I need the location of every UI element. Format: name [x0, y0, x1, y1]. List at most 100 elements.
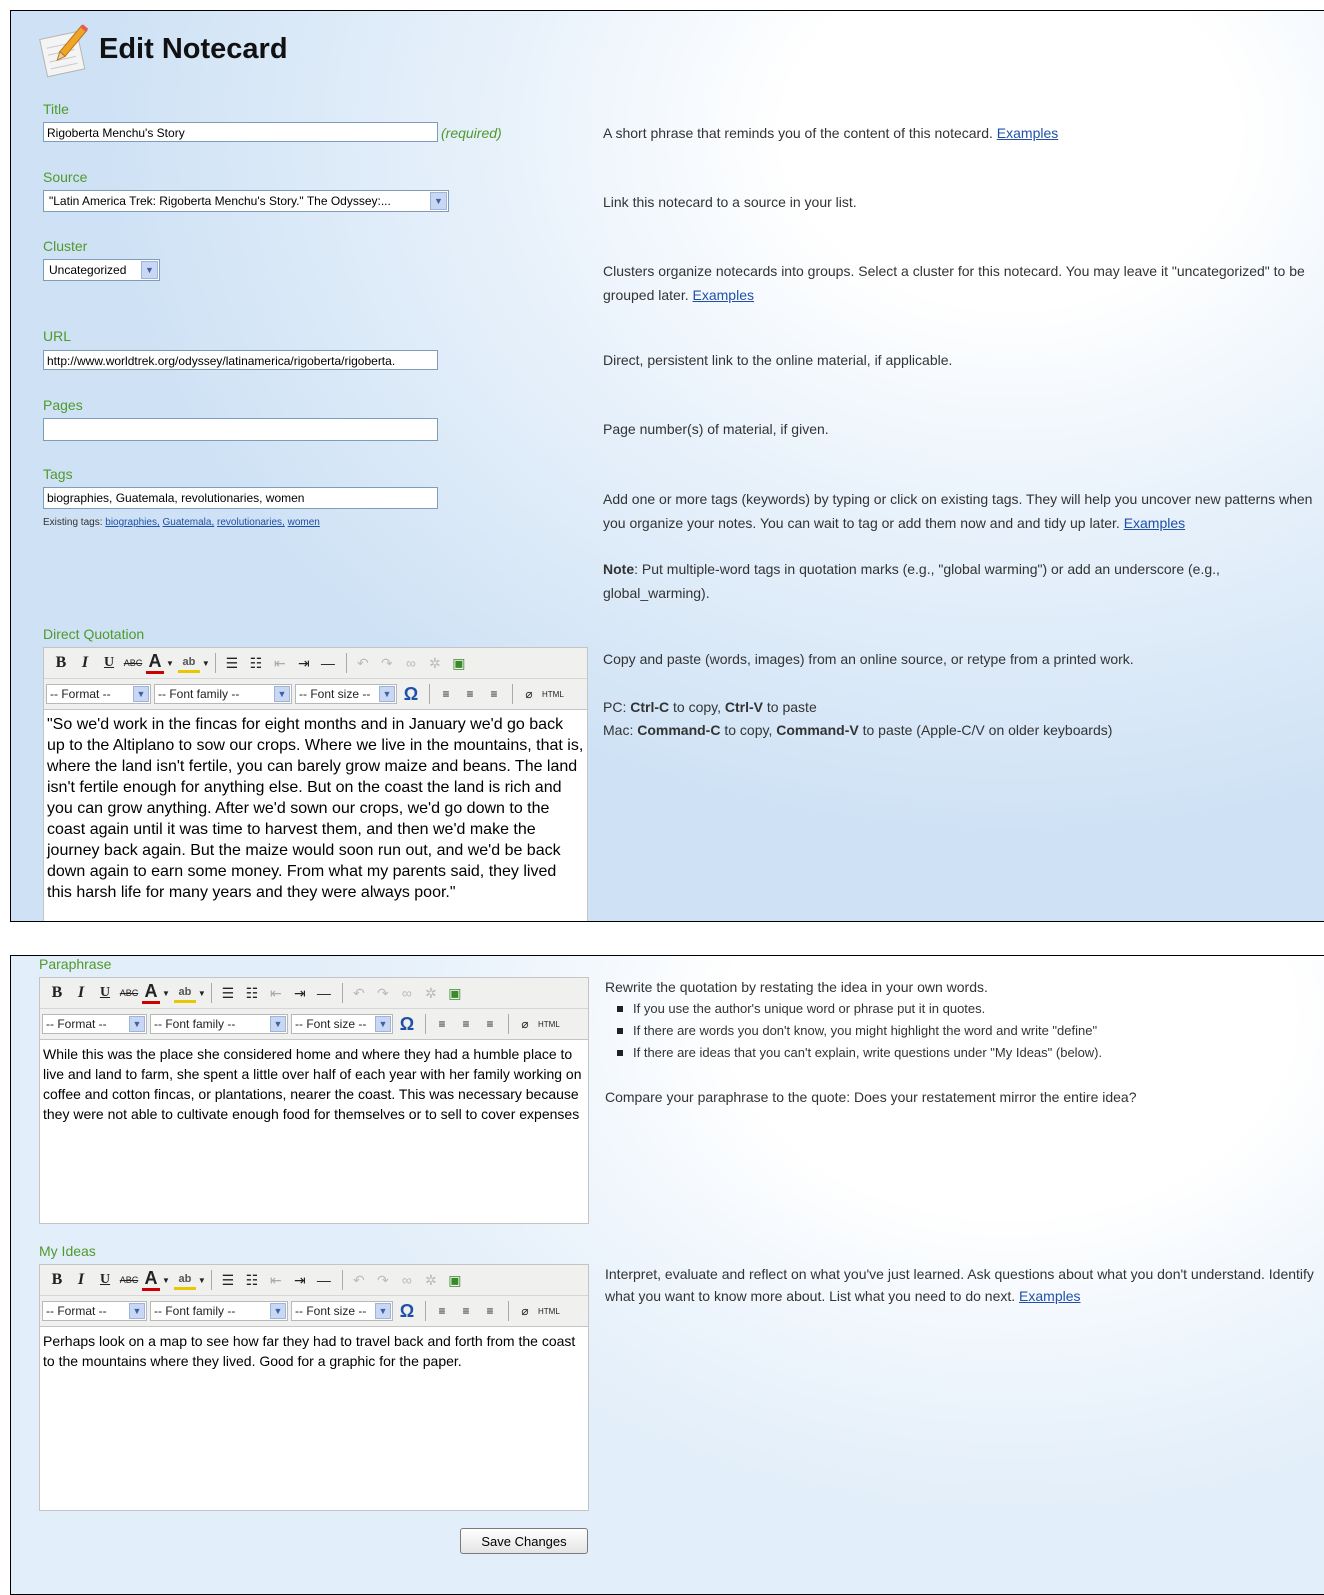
special-character-icon[interactable]: Ω — [400, 683, 422, 705]
italic-icon[interactable]: I — [74, 652, 96, 674]
align-left-icon[interactable]: ≡ — [431, 1013, 453, 1035]
cluster-select[interactable]: Uncategorized ▼ — [43, 259, 160, 281]
existing-tag-link[interactable]: women — [288, 517, 320, 528]
bullet-list-icon[interactable]: ☰ — [221, 652, 243, 674]
tags-input[interactable]: biographies, Guatemala, revolutionaries,… — [43, 487, 438, 509]
align-right-icon[interactable]: ≡ — [479, 1013, 501, 1035]
font-color-icon[interactable]: A — [142, 981, 160, 1004]
font-family-select-value: -- Font family -- — [154, 1017, 236, 1031]
title-input[interactable]: Rigoberta Menchu's Story — [43, 122, 438, 142]
existing-tag-link[interactable]: Guatemala, — [163, 517, 215, 528]
cleanup-icon[interactable]: ⌀ — [518, 683, 540, 705]
cleanup-icon[interactable]: ⌀ — [514, 1013, 536, 1035]
underline-icon[interactable]: U — [94, 982, 116, 1004]
numbered-list-icon[interactable]: ☷ — [245, 652, 267, 674]
strikethrough-icon[interactable]: ABC — [122, 652, 144, 674]
underline-icon[interactable]: U — [98, 652, 120, 674]
align-left-icon[interactable]: ≡ — [431, 1300, 453, 1322]
format-select[interactable]: -- Format -- ▼ — [42, 1301, 147, 1321]
format-select[interactable]: -- Format -- ▼ — [46, 684, 151, 704]
existing-tag-link[interactable]: biographies, — [105, 517, 159, 528]
unlink-icon[interactable]: ✲ — [424, 652, 446, 674]
numbered-list-icon[interactable]: ☷ — [241, 982, 263, 1004]
align-left-icon[interactable]: ≡ — [435, 683, 457, 705]
italic-icon[interactable]: I — [70, 1269, 92, 1291]
align-center-icon[interactable]: ≡ — [459, 683, 481, 705]
dropdown-arrow-icon[interactable]: ▼ — [166, 659, 174, 668]
bold-icon[interactable]: B — [46, 1269, 68, 1291]
html-source-icon[interactable]: HTML — [542, 690, 564, 699]
horizontal-rule-icon[interactable]: — — [313, 982, 335, 1004]
source-select[interactable]: "Latin America Trek: Rigoberta Menchu's … — [43, 190, 449, 212]
existing-tag-link[interactable]: revolutionaries, — [217, 517, 285, 528]
paraphrase-content[interactable]: While this was the place she considered … — [40, 1040, 588, 1128]
pages-input[interactable] — [43, 418, 438, 441]
dropdown-arrow-icon[interactable]: ▼ — [198, 989, 206, 998]
horizontal-rule-icon[interactable]: — — [317, 652, 339, 674]
font-family-select[interactable]: -- Font family -- ▼ — [150, 1301, 288, 1321]
indent-icon[interactable]: ⇥ — [289, 982, 311, 1004]
special-character-icon[interactable]: Ω — [396, 1013, 418, 1035]
bold-icon[interactable]: B — [50, 652, 72, 674]
bold-icon[interactable]: B — [46, 982, 68, 1004]
bullet-list-icon[interactable]: ☰ — [217, 982, 239, 1004]
strikethrough-icon[interactable]: ABC — [118, 1269, 140, 1291]
image-icon[interactable]: ▣ — [444, 982, 466, 1004]
image-icon[interactable]: ▣ — [448, 652, 470, 674]
redo-icon[interactable]: ↷ — [372, 982, 394, 1004]
underline-icon[interactable]: U — [94, 1269, 116, 1291]
redo-icon[interactable]: ↷ — [372, 1269, 394, 1291]
align-center-icon[interactable]: ≡ — [455, 1013, 477, 1035]
undo-icon[interactable]: ↶ — [348, 1269, 370, 1291]
highlight-icon[interactable]: ab — [173, 1271, 196, 1290]
ideas-examples-link[interactable]: Examples — [1019, 1288, 1080, 1304]
font-size-select[interactable]: -- Font size -- ▼ — [295, 684, 397, 704]
image-icon[interactable]: ▣ — [444, 1269, 466, 1291]
align-right-icon[interactable]: ≡ — [479, 1300, 501, 1322]
html-source-icon[interactable]: HTML — [538, 1307, 560, 1316]
outdent-icon[interactable]: ⇤ — [269, 652, 291, 674]
font-size-select[interactable]: -- Font size -- ▼ — [291, 1301, 393, 1321]
redo-icon[interactable]: ↷ — [376, 652, 398, 674]
highlight-icon[interactable]: ab — [177, 654, 200, 673]
cleanup-icon[interactable]: ⌀ — [514, 1300, 536, 1322]
dropdown-arrow-icon[interactable]: ▼ — [198, 1276, 206, 1285]
strikethrough-icon[interactable]: ABC — [118, 982, 140, 1004]
format-select[interactable]: -- Format -- ▼ — [42, 1014, 147, 1034]
dropdown-arrow-icon[interactable]: ▼ — [162, 989, 170, 998]
align-right-icon[interactable]: ≡ — [483, 683, 505, 705]
indent-icon[interactable]: ⇥ — [293, 652, 315, 674]
numbered-list-icon[interactable]: ☷ — [241, 1269, 263, 1291]
align-center-icon[interactable]: ≡ — [455, 1300, 477, 1322]
dropdown-arrow-icon[interactable]: ▼ — [202, 659, 210, 668]
title-examples-link[interactable]: Examples — [997, 125, 1058, 141]
italic-icon[interactable]: I — [70, 982, 92, 1004]
url-input[interactable]: http://www.worldtrek.org/odyssey/latinam… — [43, 350, 438, 370]
ideas-content[interactable]: Perhaps look on a map to see how far the… — [40, 1327, 588, 1375]
undo-icon[interactable]: ↶ — [348, 982, 370, 1004]
link-icon[interactable]: ∞ — [400, 652, 422, 674]
cluster-examples-link[interactable]: Examples — [693, 287, 754, 303]
font-color-icon[interactable]: A — [142, 1268, 160, 1291]
unlink-icon[interactable]: ✲ — [420, 1269, 442, 1291]
save-changes-button[interactable]: Save Changes — [460, 1528, 588, 1554]
font-color-icon[interactable]: A — [146, 651, 164, 674]
highlight-icon[interactable]: ab — [173, 984, 196, 1003]
indent-icon[interactable]: ⇥ — [289, 1269, 311, 1291]
font-family-select[interactable]: -- Font family -- ▼ — [154, 684, 292, 704]
link-icon[interactable]: ∞ — [396, 982, 418, 1004]
font-size-select[interactable]: -- Font size -- ▼ — [291, 1014, 393, 1034]
tags-examples-link[interactable]: Examples — [1124, 515, 1185, 531]
dropdown-arrow-icon[interactable]: ▼ — [162, 1276, 170, 1285]
quotation-content[interactable]: "So we'd work in the fincas for eight mo… — [44, 710, 587, 907]
outdent-icon[interactable]: ⇤ — [265, 1269, 287, 1291]
undo-icon[interactable]: ↶ — [352, 652, 374, 674]
horizontal-rule-icon[interactable]: — — [313, 1269, 335, 1291]
special-character-icon[interactable]: Ω — [396, 1300, 418, 1322]
font-family-select[interactable]: -- Font family -- ▼ — [150, 1014, 288, 1034]
link-icon[interactable]: ∞ — [396, 1269, 418, 1291]
outdent-icon[interactable]: ⇤ — [265, 982, 287, 1004]
bullet-list-icon[interactable]: ☰ — [217, 1269, 239, 1291]
unlink-icon[interactable]: ✲ — [420, 982, 442, 1004]
html-source-icon[interactable]: HTML — [538, 1020, 560, 1029]
